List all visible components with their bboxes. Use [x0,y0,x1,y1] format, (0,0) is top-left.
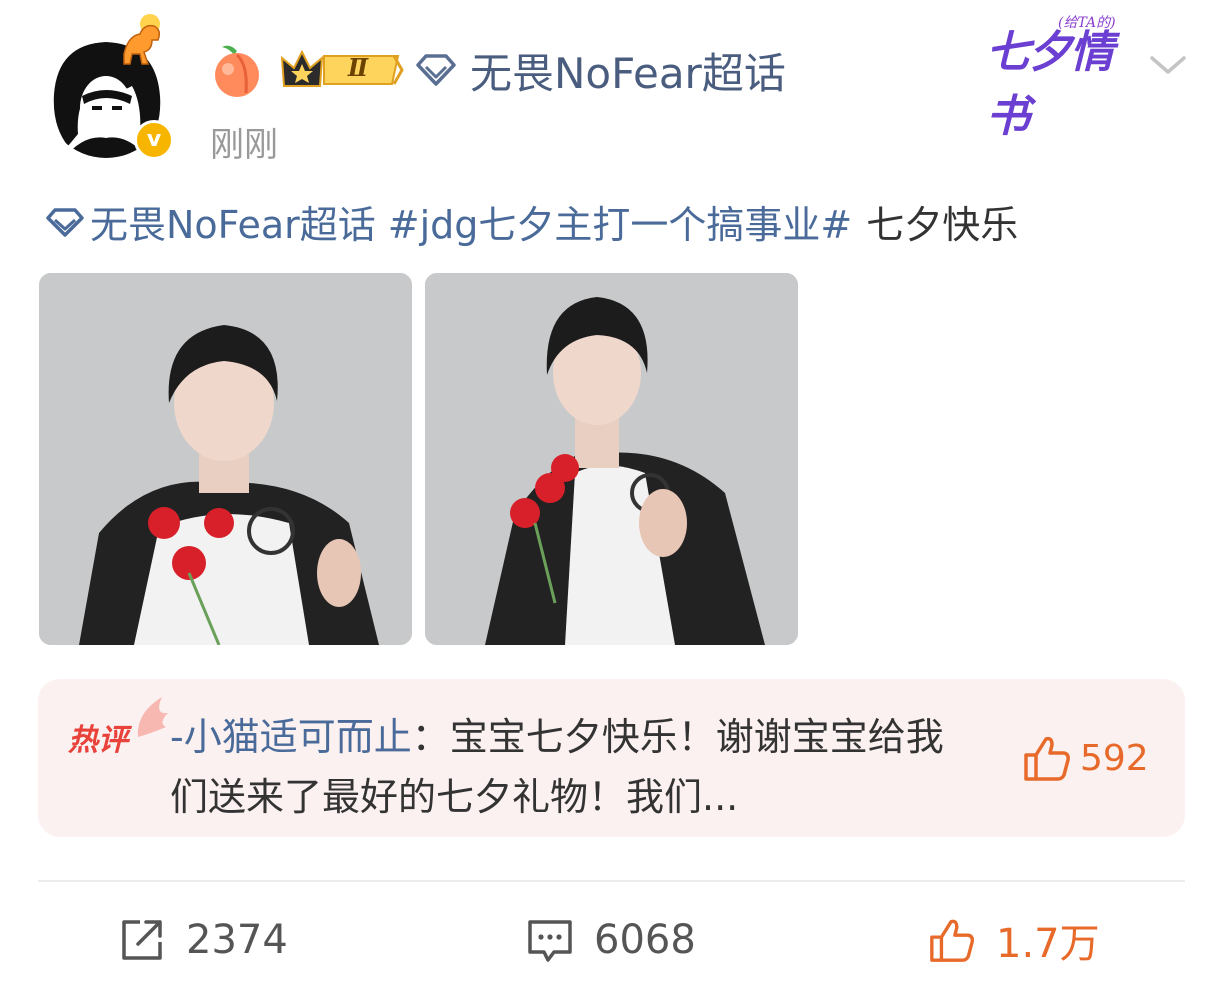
horse-icon [123,14,161,65]
repost-button[interactable]: 2374 [118,910,288,970]
author-avatar[interactable]: v [40,14,174,160]
topic-link[interactable]: 无畏NoFear超话 [90,194,376,249]
post-body-text: 七夕快乐 [866,203,1019,247]
verified-badge: v [134,120,174,160]
comment-text-block: -小猫适可而止：宝宝七夕快乐！谢谢宝宝给我们送来了最好的七夕礼物！我们... [170,707,970,827]
diamond-icon [46,207,84,237]
thumbs-up-icon [1024,736,1070,781]
comment-count: 6068 [594,917,696,963]
peach-icon [215,45,259,97]
hashtag-link[interactable]: #jdg七夕主打一个搞事业# [388,194,852,249]
photo-image [425,273,798,645]
vip-badge[interactable]: Ⅱ [280,48,404,92]
like-button[interactable]: 1.7万 [928,910,1100,970]
comment-like-count: 592 [1080,737,1149,779]
like-count: 1.7万 [996,921,1100,967]
repost-count: 2374 [186,917,288,963]
author-name-row: Ⅱ 无畏NoFear超话 [208,40,786,100]
hot-comment[interactable]: 热评 -小猫适可而止：宝宝七夕快乐！谢谢宝宝给我们送来了最好的七夕礼物！我们..… [38,679,1185,837]
post-text: 无畏NoFear超话 #jdg七夕主打一个搞事业# 七夕快乐 [44,194,1018,249]
photo-1[interactable] [39,273,412,645]
vip-level: Ⅱ [347,53,369,82]
divider [38,880,1185,882]
comment-button[interactable]: 6068 [526,910,696,970]
repost-icon [122,920,162,960]
campaign-title: 七夕情书 [986,27,1114,142]
thumbs-up-icon [930,919,974,962]
diamond-icon [416,54,456,86]
photo-2[interactable] [425,273,798,645]
hot-wing-icon [137,697,168,737]
campaign-badge[interactable]: 七夕情书 (给TA的) [986,6,1142,142]
campaign-subtitle: (给TA的) [1058,15,1116,31]
chevron-down-icon[interactable] [1146,50,1190,80]
commenter-name[interactable]: -小猫适可而止 [170,715,412,759]
post-timestamp: 刚刚 [210,125,278,165]
photo-image [39,273,412,645]
hot-comment-label: 热评 [68,723,128,758]
comment-icon [528,920,572,962]
comment-separator: ： [411,715,450,759]
author-name[interactable]: 无畏NoFear超话 [470,40,786,101]
comment-like-button[interactable]: 592 [1022,733,1149,783]
